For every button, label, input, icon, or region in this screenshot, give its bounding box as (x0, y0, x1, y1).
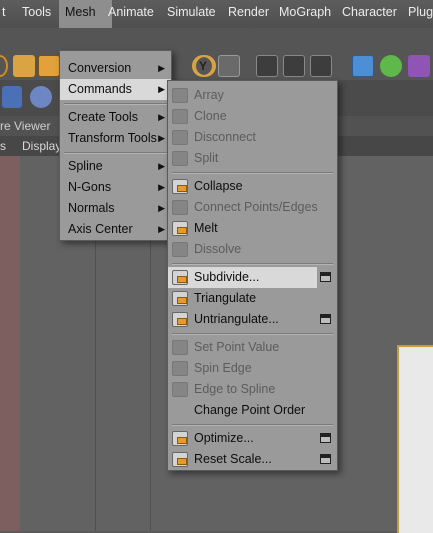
disconnect-icon (172, 130, 188, 145)
subdivide-icon (172, 270, 188, 285)
spline-tool-icon[interactable] (2, 86, 22, 108)
point-mode-icon[interactable] (30, 86, 52, 108)
menu-item-collapse[interactable]: Collapse (168, 176, 337, 197)
chevron-right-icon: ▶ (158, 112, 165, 122)
selected-object[interactable] (397, 345, 433, 533)
menu-item-spline[interactable]: Spline ▶ (60, 156, 171, 177)
menu-item-set-point-value[interactable]: Set Point Value (168, 337, 337, 358)
menu-item-clone[interactable]: Clone (168, 106, 337, 127)
menu-bar: t Tools Mesh Animate Simulate Render MoG… (0, 0, 433, 29)
menu-item-dissolve[interactable]: Dissolve (168, 239, 337, 260)
set-point-value-icon (172, 340, 188, 355)
move-icon[interactable] (13, 55, 35, 77)
render-view-icon[interactable] (256, 55, 278, 77)
melt-icon (172, 221, 188, 236)
menu-plugins[interactable]: Plugi (404, 0, 433, 28)
triangulate-icon (172, 291, 188, 306)
menu-animate[interactable]: Animate (104, 0, 158, 28)
menu-item-change-point-order[interactable]: Change Point Order (168, 400, 337, 421)
connect-icon (172, 200, 188, 215)
menu-item-edge-to-spline[interactable]: Edge to Spline (168, 379, 337, 400)
untriangulate-options-icon[interactable] (320, 314, 331, 324)
menu-render[interactable]: Render (224, 0, 273, 28)
viewer-menu-cameras[interactable]: s (0, 139, 6, 153)
viewport-left-strip (0, 156, 20, 531)
reset-scale-options-icon[interactable] (320, 454, 331, 464)
menu-mograph[interactable]: MoGraph (275, 0, 335, 28)
clone-icon (172, 109, 188, 124)
menu-item-commands[interactable]: Commands ▶ (60, 79, 171, 100)
render-picture-viewer-icon[interactable] (283, 55, 305, 77)
chevron-right-icon: ▶ (158, 203, 165, 213)
spin-edge-icon (172, 361, 188, 376)
menu-item-connect-points-edges[interactable]: Connect Points/Edges (168, 197, 337, 218)
menu-item-untriangulate[interactable]: Untriangulate... (168, 309, 337, 330)
menu-item-triangulate[interactable]: Triangulate (168, 288, 337, 309)
viewer-menu-display[interactable]: Display (22, 139, 61, 153)
commands-submenu: Array Clone Disconnect Split Collapse Co… (167, 80, 338, 471)
chevron-right-icon: ▶ (158, 182, 165, 192)
nurbs-icon[interactable] (380, 55, 402, 77)
menu-separator (172, 172, 333, 174)
menu-item-normals[interactable]: Normals ▶ (60, 198, 171, 219)
menu-item-create-tools[interactable]: Create Tools ▶ (60, 107, 171, 128)
collapse-icon (172, 179, 188, 194)
mesh-menu: Conversion ▶ Commands ▶ Create Tools ▶ Tran… (59, 50, 172, 241)
array-icon (172, 88, 188, 103)
menu-separator (172, 263, 333, 265)
render-settings-icon[interactable] (310, 55, 332, 77)
subdivide-options-icon[interactable] (320, 272, 331, 282)
viewer-title: re Viewer (0, 119, 51, 133)
menu-item-ngons[interactable]: N-Gons ▶ (60, 177, 171, 198)
menu-item-spin-edge[interactable]: Spin Edge (168, 358, 337, 379)
untriangulate-icon (172, 312, 188, 327)
menu-item-axis-center[interactable]: Axis Center ▶ (60, 219, 171, 240)
chevron-right-icon: ▶ (158, 63, 165, 73)
rotate-icon[interactable] (0, 55, 8, 77)
optimize-icon (172, 431, 188, 446)
menu-tools[interactable]: Tools (18, 0, 55, 28)
menu-item-melt[interactable]: Melt (168, 218, 337, 239)
reset-scale-icon (172, 452, 188, 467)
menu-separator (64, 103, 167, 105)
menu-item-optimize[interactable]: Optimize... (168, 428, 337, 449)
menu-item-subdivide[interactable]: Subdivide... (168, 267, 317, 288)
coordinate-system-icon[interactable] (218, 55, 240, 77)
menu-item-conversion[interactable]: Conversion ▶ (60, 58, 171, 79)
cube-object-icon[interactable] (352, 55, 374, 77)
optimize-options-icon[interactable] (320, 433, 331, 443)
split-icon (172, 151, 188, 166)
chevron-right-icon: ▶ (158, 161, 165, 171)
menu-item-transform-tools[interactable]: Transform Tools ▶ (60, 128, 171, 149)
menu-simulate[interactable]: Simulate (163, 0, 220, 28)
axis-y-ring-icon[interactable] (194, 55, 216, 77)
menu-character[interactable]: Character (338, 0, 401, 28)
menu-separator (64, 152, 167, 154)
menu-separator (172, 424, 333, 426)
menu-edit-partial[interactable]: t (0, 0, 9, 28)
menu-separator (172, 333, 333, 335)
chevron-right-icon: ▶ (158, 133, 165, 143)
menu-item-array[interactable]: Array (168, 85, 337, 106)
array-object-icon[interactable] (408, 55, 430, 77)
edge-to-spline-icon (172, 382, 188, 397)
chevron-right-icon: ▶ (158, 224, 165, 234)
menu-item-split[interactable]: Split (168, 148, 337, 169)
menu-item-reset-scale[interactable]: Reset Scale... (168, 449, 337, 470)
chevron-right-icon: ▶ (158, 84, 165, 94)
dissolve-icon (172, 242, 188, 257)
scale-icon[interactable] (38, 55, 60, 77)
menu-item-disconnect[interactable]: Disconnect (168, 127, 337, 148)
